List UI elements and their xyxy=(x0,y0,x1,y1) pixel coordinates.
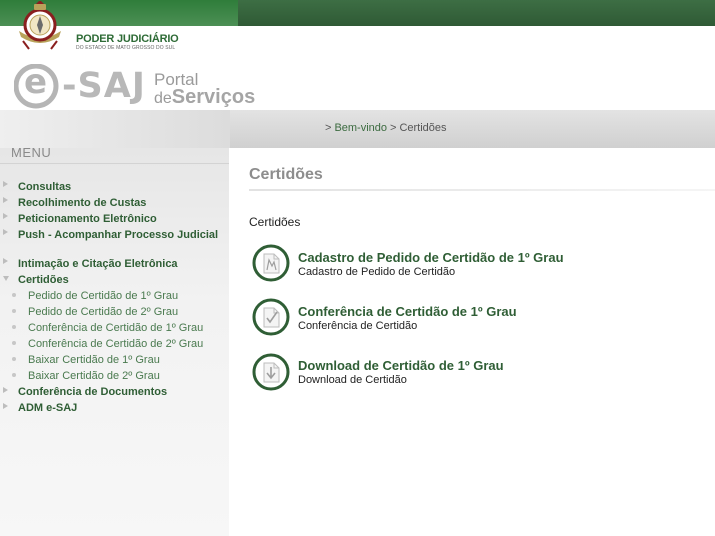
title-divider xyxy=(249,189,715,191)
org-title: PODER JUDICIÁRIO xyxy=(76,33,179,45)
document-download-icon[interactable] xyxy=(252,353,290,391)
menu-item-intimacao[interactable]: Intimação e Citação Eletrônica xyxy=(18,258,223,271)
menu-item-recolhimento-custas[interactable]: Recolhimento de Custas xyxy=(18,197,223,210)
menu-title: MENU xyxy=(11,145,52,160)
card-cadastro-pedido-title[interactable]: Cadastro de Pedido de Certidão de 1º Gra… xyxy=(298,250,564,265)
portal-servicos: Serviços xyxy=(171,86,256,108)
menu-item-peticionamento[interactable]: Peticionamento Eletrônico xyxy=(18,213,223,226)
menu-arrow-icon xyxy=(3,229,8,235)
card-download-title[interactable]: Download de Certidão de 1º Grau xyxy=(298,358,504,373)
menu-arrow-icon xyxy=(3,213,8,219)
org-subtitle: DO ESTADO DE MATO GROSSO DO SUL xyxy=(76,45,176,51)
logo-e: e xyxy=(24,62,48,102)
breadcrumb-home-link[interactable]: Bem-vindo xyxy=(334,122,387,134)
menu-item-conferencia-documentos[interactable]: Conferência de Documentos xyxy=(18,386,223,399)
bullet-icon xyxy=(12,293,16,297)
menu-arrow-icon xyxy=(3,181,8,187)
menu-arrow-icon xyxy=(3,258,8,264)
card-conferencia-title[interactable]: Conferência de Certidão de 1º Grau xyxy=(298,304,517,319)
bullet-icon xyxy=(12,373,16,377)
top-bar-right xyxy=(238,0,715,26)
submenu-pedido-2-grau[interactable]: Pedido de Certidão de 2º Grau xyxy=(28,306,178,318)
bullet-icon xyxy=(12,341,16,345)
menu-item-certidoes[interactable]: Certidões xyxy=(18,274,223,287)
submenu-conferencia-1-grau[interactable]: Conferência de Certidão de 1º Grau xyxy=(28,322,203,334)
top-bar xyxy=(0,0,715,26)
bullet-icon xyxy=(12,357,16,361)
menu-divider xyxy=(0,163,229,164)
submenu-conferencia-2-grau[interactable]: Conferência de Certidão de 2º Grau xyxy=(28,338,203,350)
menu-item-consultas[interactable]: Consultas xyxy=(18,181,223,194)
breadcrumb-band-left xyxy=(0,110,230,148)
bullet-icon xyxy=(12,325,16,329)
card-download-desc: Download de Certidão xyxy=(298,374,407,386)
menu-item-push[interactable]: Push - Acompanhar Processo Judicial xyxy=(18,229,223,242)
court-crest-icon xyxy=(19,1,61,50)
menu-arrow-icon xyxy=(3,387,8,393)
card-cadastro-pedido-desc: Cadastro de Pedido de Certidão xyxy=(298,266,456,278)
submenu-baixar-2-grau[interactable]: Baixar Certidão de 2º Grau xyxy=(28,370,160,382)
menu-arrow-open-icon xyxy=(3,276,9,281)
menu-arrow-icon xyxy=(3,197,8,203)
logo-saj: -SAJ xyxy=(62,66,146,106)
menu-item-adm-esaj[interactable]: ADM e-SAJ xyxy=(18,402,223,415)
document-request-icon[interactable] xyxy=(252,244,290,282)
portal-subtitle: deServiços xyxy=(154,86,255,109)
breadcrumb-separator: > xyxy=(325,122,332,134)
submenu-pedido-1-grau[interactable]: Pedido de Certidão de 1º Grau xyxy=(28,290,178,302)
bullet-icon xyxy=(12,309,16,313)
section-label: Certidões xyxy=(249,215,301,229)
breadcrumb: > Bem-vindo > Certidões xyxy=(322,122,447,134)
portal-de: de xyxy=(154,90,172,107)
breadcrumb-current: Certidões xyxy=(399,122,447,134)
document-check-icon[interactable] xyxy=(252,298,290,336)
submenu-baixar-1-grau[interactable]: Baixar Certidão de 1º Grau xyxy=(28,354,160,366)
page-title: Certidões xyxy=(249,166,323,183)
card-conferencia-desc: Conferência de Certidão xyxy=(298,320,418,332)
breadcrumb-separator: > xyxy=(390,122,397,134)
menu-arrow-icon xyxy=(3,403,8,409)
